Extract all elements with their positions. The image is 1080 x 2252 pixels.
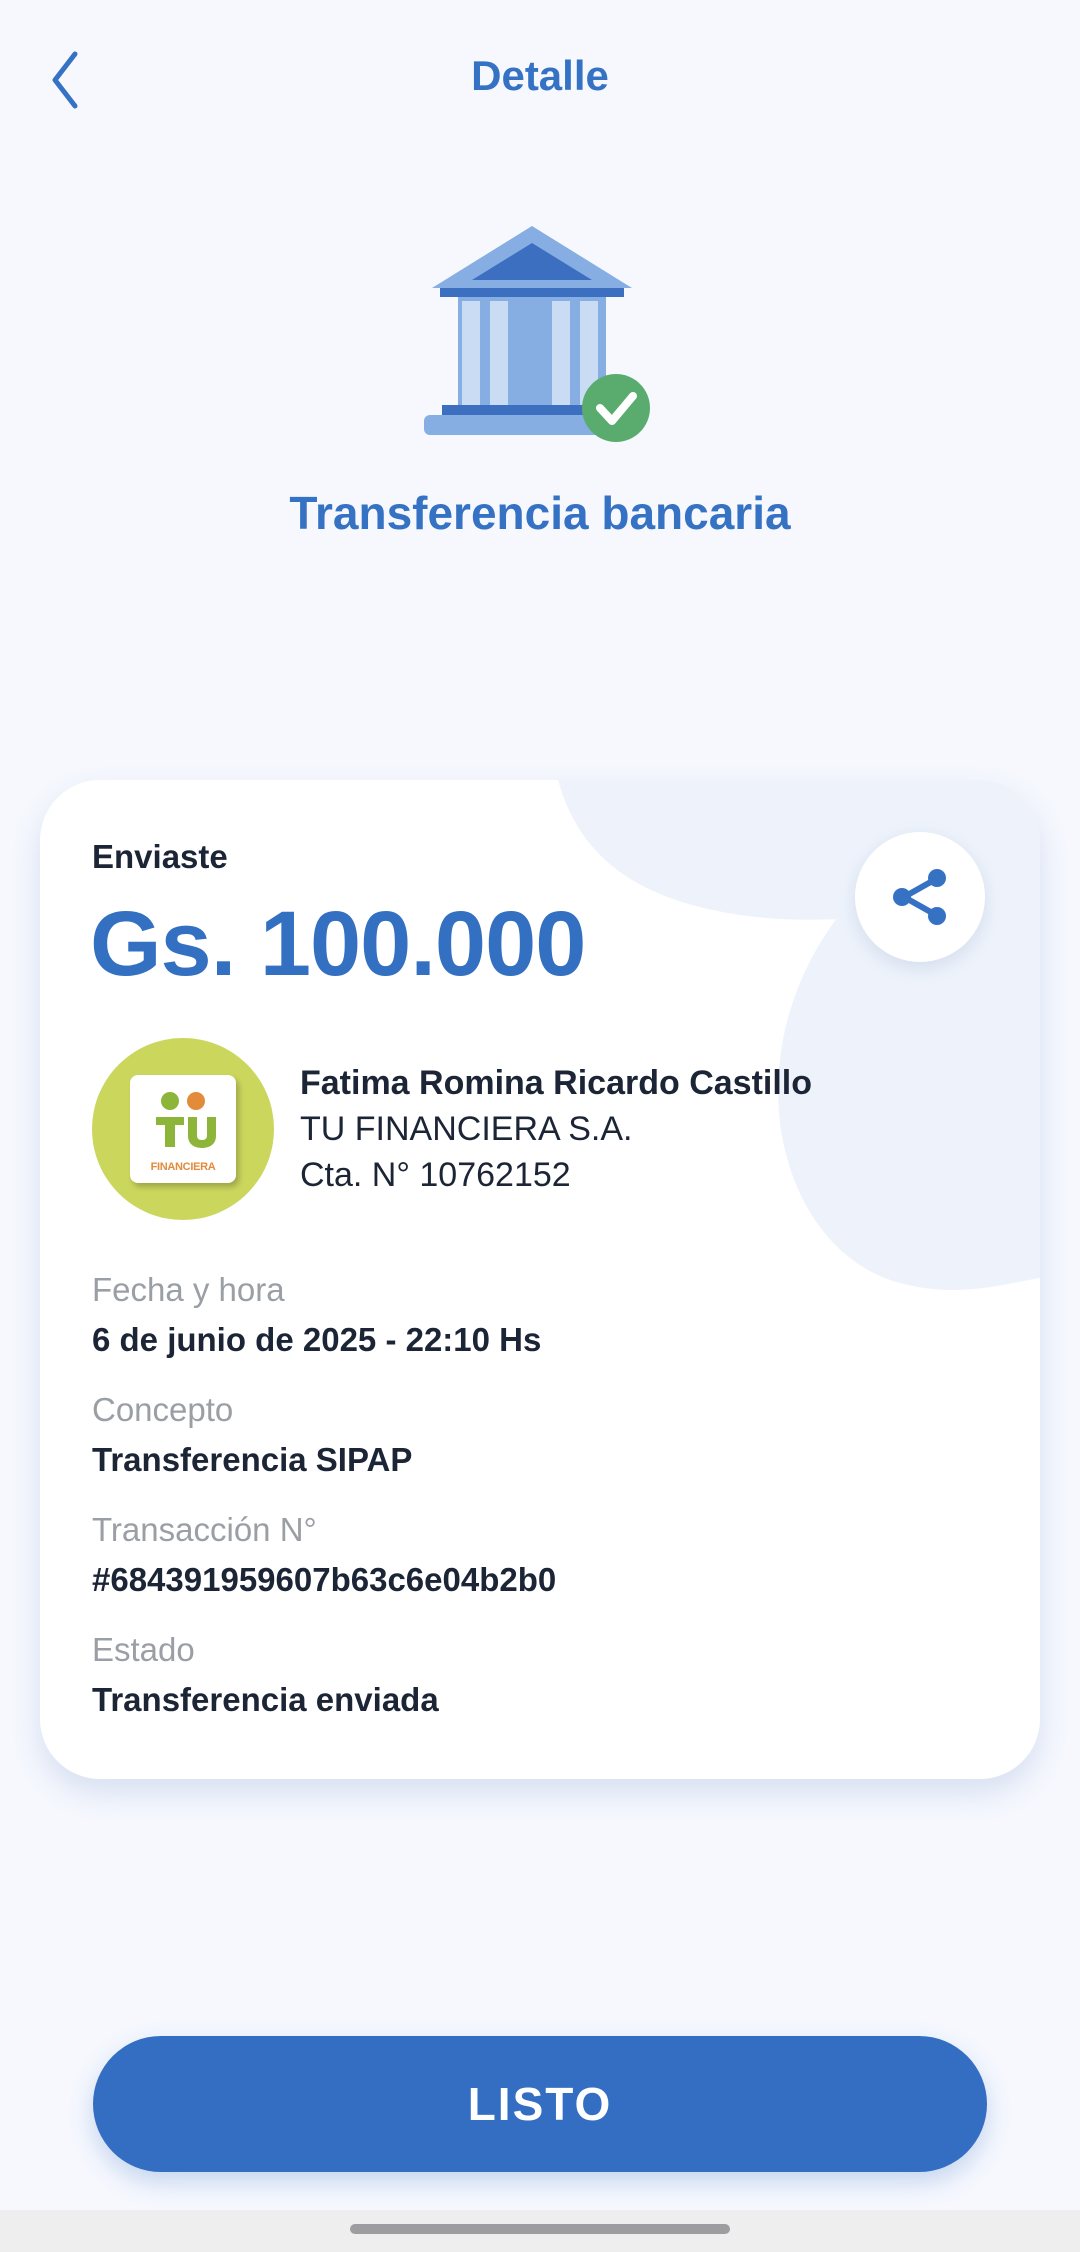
share-icon xyxy=(893,869,946,925)
sent-label: Enviaste xyxy=(92,838,228,875)
bank-check-icon xyxy=(418,218,658,448)
detail-date: Fecha y hora 6 de junio de 2025 - 22:10 … xyxy=(92,1266,992,1386)
detail-label: Transacción N° xyxy=(92,1511,317,1548)
detail-status: Estado Transferencia enviada xyxy=(92,1626,992,1746)
home-indicator[interactable] xyxy=(350,2224,730,2234)
amount-value: Gs. 100.000 xyxy=(90,893,586,995)
detail-value: 6 de junio de 2025 - 22:10 Hs xyxy=(92,1321,542,1358)
detail-value: Transferencia SIPAP xyxy=(92,1441,413,1478)
detail-value: Transferencia enviada xyxy=(92,1681,439,1718)
tu-financiera-logo: FINANCIERA xyxy=(130,1075,236,1183)
top-bar: Detalle xyxy=(0,0,1080,160)
done-button[interactable]: LISTO xyxy=(93,2036,987,2172)
transfer-detail-card: Enviaste Gs. 100.000 FINANCIERA Fatima R… xyxy=(40,780,1040,1779)
logo-text: FINANCIERA xyxy=(150,1161,216,1173)
detail-value: #684391959607b63c6e04b2b0 xyxy=(92,1561,557,1598)
recipient-bank: TU FINANCIERA S.A. xyxy=(300,1110,633,1148)
detail-list: Fecha y hora 6 de junio de 2025 - 22:10 … xyxy=(92,1266,992,1746)
recipient-account: Cta. N° 10762152 xyxy=(300,1156,571,1194)
bank-avatar: FINANCIERA xyxy=(92,1038,274,1220)
operation-title: Transferencia bancaria xyxy=(289,487,791,539)
detail-label: Fecha y hora xyxy=(92,1271,285,1308)
page-title: Detalle xyxy=(471,52,609,99)
detail-label: Estado xyxy=(92,1631,195,1668)
detail-transaction-number: Transacción N° #684391959607b63c6e04b2b0 xyxy=(92,1506,992,1626)
share-button[interactable] xyxy=(855,832,985,962)
detail-label: Concepto xyxy=(92,1391,234,1428)
detail-concept: Concepto Transferencia SIPAP xyxy=(92,1386,992,1506)
recipient-name: Fatima Romina Ricardo Castillo xyxy=(300,1064,812,1102)
recipient-info: Fatima Romina Ricardo Castillo TU FINANC… xyxy=(300,1060,1020,1198)
system-nav-bar xyxy=(0,2210,1080,2252)
